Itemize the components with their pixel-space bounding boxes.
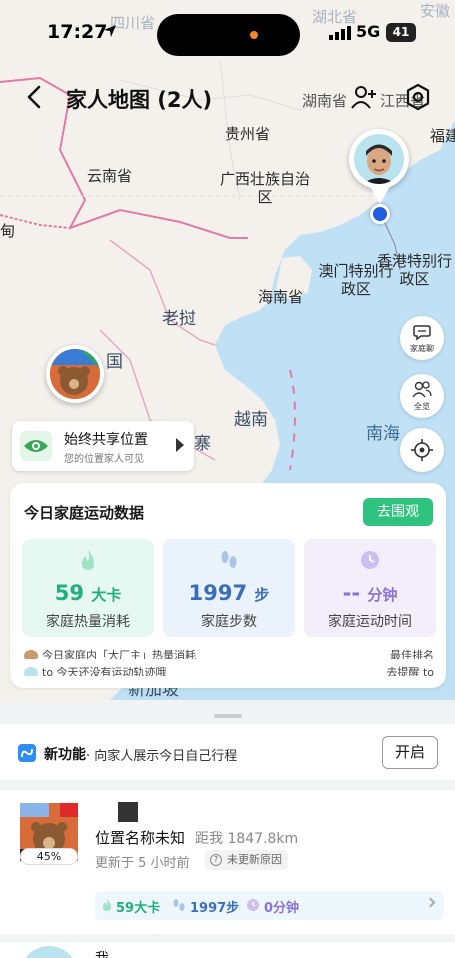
route-icon: [18, 744, 36, 762]
teddy-bear-avatar-icon: [50, 349, 100, 399]
recording-indicator-dot: [250, 31, 258, 39]
add-member-icon[interactable]: [350, 84, 378, 110]
location-sharing-card[interactable]: 始终共享位置 您的位置家人可见: [12, 421, 194, 471]
bottom-sheet: 新功能 · 向家人展示今日自己行程 开启 45% 位置名称未知 距我 1847.…: [0, 702, 455, 958]
avatar: [24, 650, 38, 659]
calories-value: 59 大卡: [54, 581, 122, 605]
clock-icon: [247, 899, 259, 911]
avatar: [24, 667, 38, 676]
member-stats-bar[interactable]: 59大卡 1997步 0分钟: [95, 891, 444, 920]
member-distance: 距我 1847.8km: [195, 831, 299, 847]
new-feature-label: 新功能: [44, 747, 86, 763]
exercise-time-tile[interactable]: -- 分钟 家庭运动时间: [304, 539, 436, 637]
member-steps: 1997步: [190, 901, 240, 916]
member-location: 位置名称未知: [95, 829, 186, 847]
go-watch-button[interactable]: 去围观: [363, 498, 433, 526]
dynamic-island: [157, 14, 300, 56]
cellular-signal-icon: [329, 26, 351, 40]
steps-caption: 家庭步数: [201, 614, 257, 630]
flame-icon: [82, 550, 94, 570]
ticker-item[interactable]: to 今天还没有运动轨迹哦 去提醒 to: [24, 664, 434, 676]
map-label-hongkong: 香港特别行政区: [376, 252, 452, 288]
chevron-right-icon: [176, 438, 184, 452]
chevron-right-icon: [425, 897, 436, 908]
question-icon: ?: [210, 854, 222, 866]
steps-tile[interactable]: 1997 步 家庭步数: [163, 539, 295, 637]
exercise-time-value: -- 分钟: [342, 581, 398, 605]
location-arrow-icon: [104, 25, 116, 37]
map-label-guangxi: 广西壮族自治区: [220, 170, 311, 206]
family-exercise-card: 今日家庭运动数据 去围观 59 大卡 家庭热量消耗 1997 步 家庭步数 --…: [10, 483, 446, 688]
map-label-hunan: 湖南省: [302, 92, 348, 110]
member-card[interactable]: 我: [0, 942, 455, 958]
map-label-fujian: 福建: [430, 127, 455, 145]
map-label-cambodia: 寨: [194, 434, 211, 454]
ticker-item[interactable]: 今日家庭内「大厂主」热量消耗 最佳排名: [24, 647, 434, 659]
map-label-guizhou: 贵州省: [225, 125, 271, 143]
steps-value: 1997 步: [188, 581, 270, 605]
flame-icon: [103, 899, 111, 911]
footprints-icon: [221, 551, 237, 568]
member-name-redacted: [118, 802, 138, 822]
member-minutes: 0分钟: [264, 901, 300, 916]
member-calories: 59大卡: [116, 901, 161, 916]
page-title: 家人地图 (2人): [66, 88, 213, 112]
chat-bubble-icon: [413, 325, 431, 341]
back-arrow-icon[interactable]: [22, 84, 48, 110]
avatar: [20, 946, 78, 958]
avatar: [50, 349, 100, 399]
new-feature-description: · 向家人展示今日自己行程: [86, 749, 238, 764]
memoji-avatar-icon: [362, 144, 396, 184]
map-label-south-sea: 南海: [366, 424, 400, 444]
enable-button[interactable]: 开启: [382, 736, 438, 769]
eye-icon: [20, 431, 52, 461]
battery-icon: 41: [386, 23, 416, 42]
exercise-card-title: 今日家庭运动数据: [24, 504, 145, 522]
map-label-dian: 甸: [0, 222, 16, 240]
family-chat-button[interactable]: 家庭聊: [400, 316, 444, 360]
network-type: 5G: [356, 22, 381, 41]
family-chat-label: 家庭聊: [410, 344, 434, 353]
crosshair-icon: [411, 439, 433, 461]
self-avatar-pin[interactable]: [349, 129, 409, 189]
map-label-yunnan: 云南省: [87, 167, 133, 185]
status-bar: 17:27 5G 41: [0, 0, 455, 62]
sharing-title: 始终共享位置: [64, 432, 148, 448]
member-name: 我: [95, 948, 109, 958]
people-icon: [412, 381, 432, 398]
locate-me-button[interactable]: [400, 428, 444, 472]
settings-gear-icon[interactable]: [403, 82, 433, 112]
avatar: [354, 134, 404, 184]
calories-caption: 家庭热量消耗: [46, 614, 130, 630]
calories-tile[interactable]: 59 大卡 家庭热量消耗: [22, 539, 154, 637]
member-updated-time: 更新于 5 小时前: [95, 856, 190, 871]
map-label-hainan: 海南省: [258, 288, 304, 306]
map-label-laos: 老挝: [162, 309, 196, 329]
overview-button[interactable]: 全览: [400, 374, 444, 418]
current-location-dot: [370, 204, 390, 224]
clock-icon: [361, 551, 379, 569]
overview-label: 全览: [414, 402, 430, 411]
member-battery-badge: 45%: [20, 848, 78, 865]
status-time: 17:27: [47, 21, 108, 43]
exercise-time-caption: 家庭运动时间: [328, 614, 412, 630]
member-avatar-pin[interactable]: [46, 345, 104, 403]
member-card[interactable]: 45% 位置名称未知 距我 1847.8km 更新于 5 小时前 ? 未更新原因…: [0, 790, 455, 934]
footprints-icon: [173, 899, 185, 911]
map-label-vietnam: 越南: [234, 410, 268, 430]
new-feature-banner: 新功能 · 向家人展示今日自己行程 开启: [0, 724, 455, 780]
map-label-thailand: 国: [106, 352, 123, 372]
sheet-drag-handle[interactable]: [214, 714, 242, 718]
not-updated-reason-button[interactable]: ? 未更新原因: [205, 850, 288, 870]
sharing-subtitle: 您的位置家人可见: [64, 454, 144, 465]
